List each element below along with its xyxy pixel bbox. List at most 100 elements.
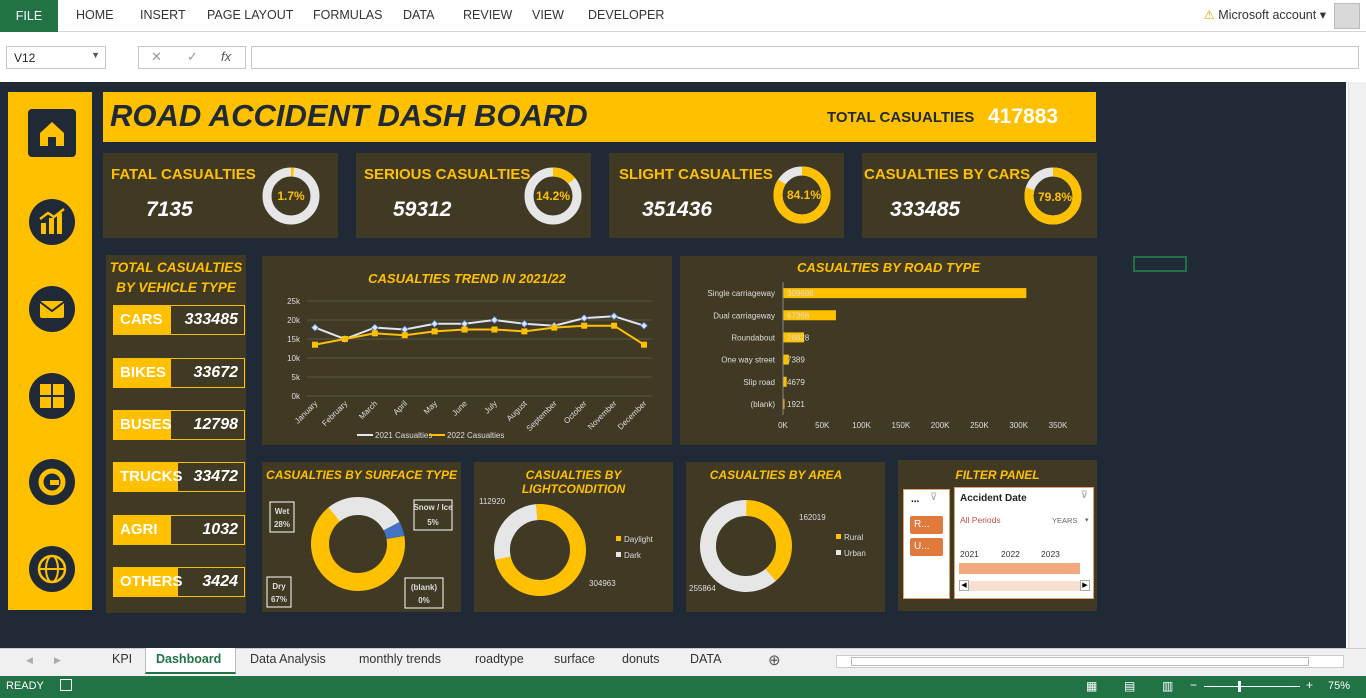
data-point (400, 325, 409, 334)
function-icon[interactable]: fx (221, 49, 231, 64)
tab-data[interactable]: DATA (403, 8, 434, 22)
data-label: 162019 (799, 513, 826, 522)
zoom-thumb[interactable] (1238, 681, 1241, 692)
file-tab[interactable]: FILE (0, 0, 58, 32)
account-menu[interactable]: ⚠ Microsoft account ▾ (1204, 7, 1326, 22)
layout-icon[interactable] (28, 372, 76, 420)
timeline-unit[interactable]: YEARS (1052, 516, 1077, 525)
vehicle-value: 33472 (193, 468, 239, 485)
data-point (461, 326, 468, 333)
formula-buttons: ✕ ✓ fx (138, 46, 246, 69)
tab-home[interactable]: HOME (76, 8, 114, 22)
area-slicer: ... ⊽ R... U... (903, 489, 950, 599)
y-tick-label: 15k (287, 335, 301, 344)
zoom-in-icon[interactable]: + (1306, 678, 1313, 692)
data-point (580, 314, 589, 323)
x-tick-label: December (616, 399, 649, 432)
legend-label: Daylight (624, 535, 654, 544)
scroll-left-icon[interactable]: ◀ (959, 580, 969, 591)
sheet-tab-roadtype[interactable]: roadtype (475, 652, 524, 666)
scroll-right-icon[interactable]: ▶ (1080, 580, 1090, 591)
data-point (641, 341, 647, 348)
vehicle-title-line1: TOTAL CASUALTIES (109, 260, 243, 275)
sheet-tab-surface[interactable]: surface (554, 652, 595, 666)
kpi-value: 351436 (642, 198, 713, 221)
page-layout-icon[interactable]: ▤ (1124, 679, 1135, 693)
y-tick-label: 10k (287, 354, 301, 363)
x-tick-label: 50K (815, 421, 830, 430)
vehicle-row-agri: AGRI 1032 (113, 515, 245, 545)
data-label: 304963 (589, 579, 616, 588)
sheet-tab-dashboard[interactable]: Dashboard (156, 652, 221, 666)
category-label: Slip road (743, 378, 775, 387)
x-tick-label: May (422, 399, 439, 416)
horizontal-scrollbar[interactable] (836, 655, 1344, 668)
tab-review[interactable]: REVIEW (463, 8, 512, 22)
vertical-scrollbar[interactable] (1348, 82, 1366, 648)
total-casualties-label: TOTAL CASUALTIES (827, 109, 975, 126)
vehicle-name: OTHERS (114, 568, 183, 596)
add-sheet-icon[interactable]: ⊕ (768, 651, 781, 669)
legend-label: Dark (624, 551, 642, 560)
slicer-item-urban[interactable]: U... (910, 538, 943, 556)
timeline-year: 2022 (1001, 549, 1020, 559)
y-tick-label: 5k (292, 373, 301, 382)
sheet-tab-kpi[interactable]: KPI (112, 652, 132, 666)
legend-label: Rural (844, 533, 863, 542)
category-label: Roundabout (731, 333, 775, 342)
avatar[interactable] (1334, 3, 1360, 29)
kpi-label: SLIGHT CASUALTIES (619, 166, 773, 183)
scroll-right-icon[interactable]: ▶ (54, 655, 61, 666)
cancel-icon[interactable]: ✕ (151, 49, 162, 65)
chart-icon[interactable] (28, 198, 76, 246)
status-ready: READY (6, 680, 44, 692)
legend-swatch (616, 536, 621, 541)
check-icon[interactable]: ✓ (187, 49, 198, 65)
sheet-tab-data-analysis[interactable]: Data Analysis (250, 652, 326, 666)
zoom-slider[interactable] (1204, 686, 1300, 687)
tab-page-layout[interactable]: PAGE LAYOUT (207, 8, 293, 22)
kpi-value: 333485 (890, 198, 961, 221)
warning-icon: ⚠ (1203, 8, 1215, 22)
vehicle-name: AGRI (114, 516, 171, 544)
vehicle-value: 12798 (193, 416, 239, 433)
data-point (639, 321, 649, 330)
slicer-item-rural[interactable]: R... (910, 516, 943, 534)
mail-icon[interactable] (28, 285, 76, 333)
selected-cell[interactable] (1133, 256, 1187, 272)
timeline-bar[interactable] (959, 563, 1080, 574)
slice-pct: 0% (418, 596, 430, 605)
sheet-tab-data[interactable]: DATA (690, 652, 721, 666)
home-icon[interactable] (28, 109, 76, 157)
tab-insert[interactable]: INSERT (140, 8, 186, 22)
tab-view[interactable]: VIEW (532, 8, 564, 22)
sheet-tab-monthly-trends[interactable]: monthly trends (359, 652, 441, 666)
formula-input[interactable] (251, 46, 1359, 69)
kpi-pct: 1.7% (277, 189, 305, 203)
x-tick-label: January (293, 399, 319, 425)
data-point (310, 323, 320, 332)
chevron-down-icon[interactable]: ▼ (91, 50, 100, 60)
scroll-thumb[interactable] (851, 657, 1309, 666)
globe-icon[interactable] (28, 545, 76, 593)
name-box[interactable]: V12 ▼ (6, 46, 106, 69)
timeline-periods: All Periods (960, 515, 1001, 525)
sheet-tab-donuts[interactable]: donuts (622, 652, 660, 666)
macro-record-icon[interactable] (60, 679, 72, 691)
timeline-scrollbar[interactable]: ◀ ▶ (959, 580, 1090, 591)
zoom-out-icon[interactable]: − (1190, 678, 1197, 692)
data-point (312, 341, 318, 348)
legend-swatch (616, 552, 621, 557)
refresh-icon[interactable] (28, 458, 76, 506)
scroll-left-icon[interactable]: ◀ (26, 655, 33, 666)
slice-label: Wet (275, 507, 290, 516)
page-break-icon[interactable]: ▥ (1162, 679, 1173, 693)
clear-filter-icon[interactable]: ⊽ (930, 492, 937, 503)
tab-formulas[interactable]: FORMULAS (313, 8, 382, 22)
zoom-level[interactable]: 75% (1328, 680, 1350, 692)
clear-filter-icon[interactable]: ⊽ (1081, 490, 1088, 501)
tab-developer[interactable]: DEVELOPER (588, 8, 664, 22)
chevron-down-icon[interactable]: ▾ (1085, 516, 1089, 524)
slice-pct: 28% (274, 520, 290, 529)
normal-view-icon[interactable]: ▦ (1086, 679, 1097, 693)
